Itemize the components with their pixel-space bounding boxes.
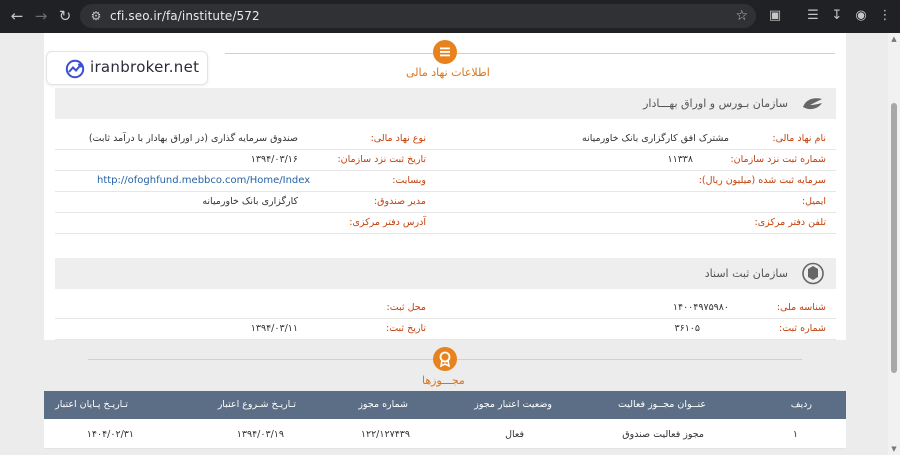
- licenses-table-header: ردیف عنــوان مجــوز فعالیت وضعیت اعتبار …: [44, 391, 846, 419]
- col-start: تـاریـخ شـروع اعتبار: [217, 399, 296, 410]
- field-label: تاریخ ثبت نزد سازمان:: [337, 154, 426, 165]
- page-scrollbar[interactable]: ▲ ▼: [888, 33, 900, 455]
- info-row: سرمایه ثبت شده (میلیون ریال): وبسایت: ht…: [55, 171, 836, 192]
- address-bar[interactable]: ⚙ cfi.seo.ir/fa/institute/572 ☆: [80, 4, 756, 28]
- field-label: نام نهاد مالی:: [772, 133, 826, 144]
- cell-status: فعال: [505, 429, 524, 440]
- table-row: ۱ مجوز فعالیت صندوق فعال ۱۲۲/۱۲۷۴۳۹ ۱۳۹۴…: [44, 419, 846, 449]
- exchange-org-bar: سازمان بـورس و اوراق بهـــادار: [55, 88, 836, 119]
- field-label: سرمایه ثبت شده (میلیون ریال):: [698, 175, 826, 186]
- forward-icon[interactable]: →: [30, 5, 52, 27]
- divider-right: [457, 53, 835, 54]
- field-value: ۳۶۱۰۵: [674, 323, 700, 334]
- exchange-org-icon: [803, 98, 822, 110]
- scroll-thumb[interactable]: [891, 103, 897, 373]
- registration-org-bar: سازمان ثبت اسناد: [55, 258, 836, 289]
- logo-watermark: iranbroker.net: [46, 51, 208, 85]
- info-row: شماره ثبت: ۳۶۱۰۵ تاریخ ثبت: ۱۳۹۴/۰۳/۱۱: [55, 319, 836, 340]
- field-label: محل ثبت:: [386, 302, 426, 313]
- extensions-icon[interactable]: ▣: [764, 5, 786, 27]
- field-label: شماره ثبت نزد سازمان:: [730, 154, 826, 165]
- list-icon: [433, 40, 457, 64]
- scroll-down-icon[interactable]: ▼: [890, 445, 898, 453]
- field-label: مدیر صندوق:: [373, 196, 426, 207]
- field-label: شماره ثبت:: [779, 323, 826, 334]
- field-label: تاریخ ثبت:: [386, 323, 426, 334]
- field-label: تلفن دفتر مرکزی:: [754, 217, 826, 228]
- field-value: ۱۴۰۰۴۹۷۵۹۸۰: [672, 302, 729, 313]
- menu-icon[interactable]: ⋮: [874, 5, 896, 27]
- reload-icon[interactable]: ↻: [54, 5, 76, 27]
- col-status: وضعیت اعتبار مجوز: [474, 399, 552, 410]
- logo-text: iranbroker.net: [90, 58, 200, 76]
- profile-icon[interactable]: ◉: [850, 5, 872, 27]
- cell-start: ۱۳۹۴/۰۳/۱۹: [236, 429, 284, 440]
- field-label: نوع نهاد مالی:: [370, 133, 426, 144]
- field-value: کارگزاری بانک خاورمیانه: [202, 196, 298, 207]
- licenses-title: مجـــوزها: [422, 374, 465, 387]
- page-content: iranbroker.net اطلاعات نهاد مالی سازمان …: [0, 33, 888, 455]
- award-icon: [433, 347, 457, 371]
- divider-right: [457, 359, 802, 360]
- field-label: وبسایت:: [392, 175, 426, 186]
- field-label: آدرس دفتر مرکزی:: [349, 217, 426, 228]
- reading-list-icon[interactable]: ☰: [802, 5, 824, 27]
- browser-toolbar: ← → ↻ ⚙ cfi.seo.ir/fa/institute/572 ☆ ▣ …: [0, 0, 900, 33]
- info-row: شناسه ملی: ۱۴۰۰۴۹۷۵۹۸۰ محل ثبت:: [55, 298, 836, 319]
- info-row: شماره ثبت نزد سازمان: ۱۱۳۳۸ تاریخ ثبت نز…: [55, 150, 836, 171]
- cell-row: ۱: [792, 429, 798, 440]
- info-row: تلفن دفتر مرکزی: آدرس دفتر مرکزی:: [55, 213, 836, 234]
- divider-left: [88, 359, 433, 360]
- registration-org-icon: [802, 262, 824, 285]
- field-value: مشترک افق کارگزاری بانک خاورمیانه: [581, 133, 729, 144]
- cell-number: ۱۲۲/۱۲۷۴۳۹: [360, 429, 410, 440]
- col-title: عنــوان مجــوز فعالیت: [617, 399, 706, 410]
- col-end: تـاریـخ پـایان اعتبار: [55, 399, 128, 410]
- registration-org-title: سازمان ثبت اسناد: [704, 267, 788, 280]
- field-value: ۱۱۳۳۸: [667, 154, 693, 165]
- website-link[interactable]: http://ofoghfund.mebbco.com/Home/Index: [97, 175, 310, 186]
- site-info-icon[interactable]: ⚙: [88, 8, 104, 24]
- field-value: ۱۳۹۴/۰۳/۱۶: [250, 154, 298, 165]
- info-row: نام نهاد مالی: مشترک افق کارگزاری بانک خ…: [55, 129, 836, 150]
- exchange-org-title: سازمان بـورس و اوراق بهـــادار: [643, 97, 788, 110]
- col-row: ردیف: [790, 399, 812, 410]
- col-number: شماره مجوز: [358, 399, 408, 410]
- address-url[interactable]: cfi.seo.ir/fa/institute/572: [110, 4, 260, 28]
- back-icon[interactable]: ←: [6, 5, 28, 27]
- scroll-up-icon[interactable]: ▲: [890, 35, 898, 43]
- bookmark-star-icon[interactable]: ☆: [735, 6, 748, 26]
- logo-chart-icon: [65, 59, 85, 79]
- field-label: شناسه ملی:: [776, 302, 826, 313]
- download-icon[interactable]: ↧: [826, 5, 848, 27]
- field-value: ۱۳۹۴/۰۳/۱۱: [250, 323, 298, 334]
- field-value: صندوق سرمایه گذاری (در اوراق بهادار با د…: [88, 133, 298, 144]
- cell-end: ۱۴۰۴/۰۲/۳۱: [86, 429, 134, 440]
- divider-left: [225, 53, 433, 54]
- cell-title: مجوز فعالیت صندوق: [622, 429, 704, 440]
- info-row: ایمیل: مدیر صندوق: کارگزاری بانک خاورمیا…: [55, 192, 836, 213]
- field-label: ایمیل:: [801, 196, 826, 207]
- financial-info-title: اطلاعات نهاد مالی: [406, 66, 490, 79]
